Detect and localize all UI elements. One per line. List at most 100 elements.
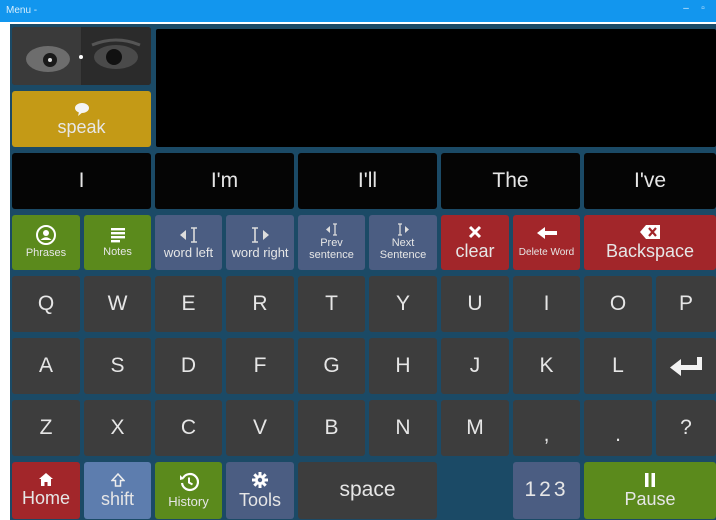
key-w[interactable]: W bbox=[84, 276, 151, 332]
key-label: H bbox=[395, 353, 411, 377]
key-o[interactable]: O bbox=[584, 276, 652, 332]
key-l[interactable]: L bbox=[584, 338, 652, 394]
prev-sentence-button[interactable]: Prev sentence bbox=[298, 215, 365, 270]
cursor-right-small-icon bbox=[395, 223, 411, 237]
key-m[interactable]: M bbox=[441, 400, 509, 456]
word-right-label: word right bbox=[231, 244, 289, 260]
prediction-3[interactable]: I'll bbox=[298, 153, 437, 209]
key-u[interactable]: U bbox=[441, 276, 509, 332]
word-left-label: word left bbox=[163, 244, 214, 260]
key-label: O bbox=[609, 291, 627, 315]
key-label: . bbox=[615, 422, 621, 446]
key-label: B bbox=[324, 415, 339, 439]
shift-label: shift bbox=[100, 488, 134, 509]
key-question-mark[interactable]: ? bbox=[656, 400, 716, 456]
next-sentence-button[interactable]: Next Sentence bbox=[369, 215, 437, 270]
notes-label: Notes bbox=[103, 245, 132, 258]
key-k[interactable]: K bbox=[513, 338, 580, 394]
speech-bubble-icon bbox=[74, 102, 90, 116]
history-button[interactable]: History bbox=[155, 462, 222, 519]
prediction-label: I'll bbox=[357, 168, 378, 192]
backspace-button[interactable]: Backspace bbox=[584, 215, 716, 270]
key-label: , bbox=[543, 422, 550, 446]
next-sentence-label: Next Sentence bbox=[379, 237, 427, 261]
key-g[interactable]: G bbox=[298, 338, 365, 394]
message-text-area[interactable] bbox=[156, 29, 716, 147]
pause-label: Pause bbox=[624, 488, 676, 509]
key-j[interactable]: J bbox=[441, 338, 509, 394]
key-label: M bbox=[466, 415, 484, 439]
key-label: ? bbox=[680, 415, 692, 439]
key-s[interactable]: S bbox=[84, 338, 151, 394]
window-title: Menu - bbox=[6, 5, 38, 16]
shift-button[interactable]: shift bbox=[84, 462, 151, 519]
clear-button[interactable]: clear bbox=[441, 215, 509, 270]
key-c[interactable]: C bbox=[155, 400, 222, 456]
key-label: U bbox=[467, 291, 483, 315]
home-button[interactable]: Home bbox=[12, 462, 80, 519]
cursor-left-small-icon bbox=[324, 223, 340, 237]
word-left-button[interactable]: word left bbox=[155, 215, 222, 270]
gear-icon bbox=[252, 471, 268, 488]
key-x[interactable]: X bbox=[84, 400, 151, 456]
notes-button[interactable]: Notes bbox=[84, 215, 151, 270]
key-e[interactable]: E bbox=[155, 276, 222, 332]
numbers-label: 123 bbox=[524, 478, 569, 502]
key-label: D bbox=[180, 353, 197, 377]
speak-button[interactable]: speak bbox=[12, 91, 151, 147]
key-q[interactable]: Q bbox=[12, 276, 80, 332]
key-comma[interactable]: , bbox=[513, 400, 580, 456]
key-a[interactable]: A bbox=[12, 338, 80, 394]
key-label: R bbox=[252, 291, 268, 315]
key-label: V bbox=[252, 415, 267, 439]
key-b[interactable]: B bbox=[298, 400, 365, 456]
phrases-label: Phrases bbox=[25, 247, 67, 260]
word-right-button[interactable]: word right bbox=[226, 215, 294, 270]
key-d[interactable]: D bbox=[155, 338, 222, 394]
maximize-icon[interactable]: ▫ bbox=[697, 3, 709, 17]
key-period[interactable]: . bbox=[584, 400, 652, 456]
key-z[interactable]: Z bbox=[12, 400, 80, 456]
pause-button[interactable]: Pause bbox=[584, 462, 716, 519]
key-label: Y bbox=[395, 291, 410, 315]
key-label: G bbox=[323, 353, 340, 377]
key-h[interactable]: H bbox=[369, 338, 437, 394]
cursor-left-icon bbox=[178, 226, 200, 244]
phrases-button[interactable]: Phrases bbox=[12, 215, 80, 270]
key-label: L bbox=[612, 353, 624, 377]
home-icon bbox=[39, 473, 53, 487]
prediction-label: I bbox=[78, 168, 85, 192]
key-i[interactable]: I bbox=[513, 276, 580, 332]
key-label: Q bbox=[37, 291, 55, 315]
key-f[interactable]: F bbox=[226, 338, 294, 394]
numbers-button[interactable]: 123 bbox=[513, 462, 580, 519]
x-icon bbox=[468, 225, 482, 239]
tools-label: Tools bbox=[238, 489, 282, 510]
key-v[interactable]: V bbox=[226, 400, 294, 456]
key-n[interactable]: N bbox=[369, 400, 437, 456]
enter-button[interactable] bbox=[656, 338, 716, 394]
prediction-5[interactable]: I've bbox=[584, 153, 716, 209]
history-label: History bbox=[168, 494, 209, 510]
key-label: T bbox=[325, 291, 338, 315]
clear-label: clear bbox=[455, 240, 495, 261]
prediction-1[interactable]: I bbox=[12, 153, 151, 209]
tools-button[interactable]: Tools bbox=[226, 462, 294, 519]
key-p[interactable]: P bbox=[656, 276, 716, 332]
key-t[interactable]: T bbox=[298, 276, 365, 332]
space-button[interactable]: space bbox=[298, 462, 437, 519]
person-circle-icon bbox=[36, 225, 56, 246]
backspace-icon bbox=[639, 224, 661, 240]
minimize-icon[interactable]: – bbox=[680, 3, 692, 17]
key-r[interactable]: R bbox=[226, 276, 294, 332]
key-label: K bbox=[539, 353, 554, 377]
delete-word-button[interactable]: Delete Word bbox=[513, 215, 580, 270]
prediction-2[interactable]: I'm bbox=[155, 153, 294, 209]
enter-arrow-icon bbox=[669, 355, 703, 377]
notes-lines-icon bbox=[110, 227, 126, 243]
key-y[interactable]: Y bbox=[369, 276, 437, 332]
prediction-4[interactable]: The bbox=[441, 153, 580, 209]
left-arrow-icon bbox=[536, 226, 558, 240]
keyboard-app: speak I I'm I'll The I've Phrases Notes … bbox=[10, 24, 716, 520]
key-label: P bbox=[678, 291, 693, 315]
